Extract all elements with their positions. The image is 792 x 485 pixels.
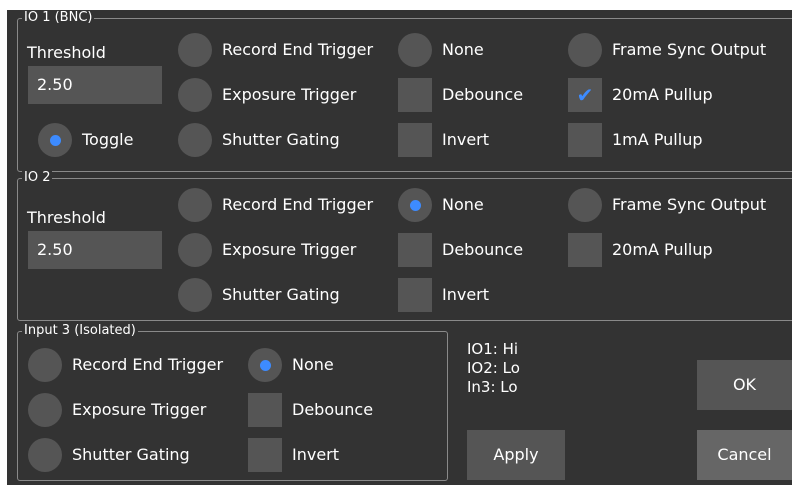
apply-button[interactable]: Apply <box>467 430 565 480</box>
input3-invert-label[interactable]: Invert <box>292 445 339 465</box>
input3-exposure-trigger-radio[interactable] <box>28 393 62 427</box>
io1-1ma-pullup-label[interactable]: 1mA Pullup <box>612 130 703 150</box>
selected-dot-icon <box>410 200 421 211</box>
input3-none-radio[interactable] <box>248 348 282 382</box>
io1-threshold-label: Threshold <box>27 43 106 62</box>
io1-status: IO1: Hi <box>467 340 519 358</box>
input3-shutter-gating-label[interactable]: Shutter Gating <box>72 445 190 465</box>
io2-20ma-pullup-label[interactable]: 20mA Pullup <box>612 240 713 260</box>
io1-toggle-radio[interactable] <box>38 123 72 157</box>
io1-shutter-gating-label[interactable]: Shutter Gating <box>222 130 340 150</box>
trigger-io-dialog: IO 1 (BNC) Threshold 2.50 Toggle Record … <box>7 10 792 485</box>
io2-exposure-trigger-radio[interactable] <box>178 233 212 267</box>
selected-dot-icon <box>50 135 61 146</box>
io1-threshold-input[interactable]: 2.50 <box>28 66 162 104</box>
input3-record-end-trigger-label[interactable]: Record End Trigger <box>72 355 223 375</box>
io2-record-end-trigger-label[interactable]: Record End Trigger <box>222 195 373 215</box>
input3-exposure-trigger-label[interactable]: Exposure Trigger <box>72 400 206 420</box>
input3-shutter-gating-radio[interactable] <box>28 438 62 472</box>
io2-debounce-checkbox[interactable] <box>398 233 432 267</box>
input3-debounce-checkbox[interactable] <box>248 393 282 427</box>
io2-threshold-input[interactable]: 2.50 <box>28 231 162 269</box>
io1-20ma-pullup-checkbox[interactable]: ✔ <box>568 78 602 112</box>
io2-frame-sync-output-label[interactable]: Frame Sync Output <box>612 195 766 215</box>
io1-shutter-gating-radio[interactable] <box>178 123 212 157</box>
io1-exposure-trigger-radio[interactable] <box>178 78 212 112</box>
io2-exposure-trigger-label[interactable]: Exposure Trigger <box>222 240 356 260</box>
io1-frame-sync-output-label[interactable]: Frame Sync Output <box>612 40 766 60</box>
io2-status: IO2: Lo <box>467 359 520 377</box>
io1-none-label[interactable]: None <box>442 40 484 60</box>
io1-20ma-pullup-label[interactable]: 20mA Pullup <box>612 85 713 105</box>
io2-invert-label[interactable]: Invert <box>442 285 489 305</box>
io1-group-title: IO 1 (BNC) <box>22 10 95 26</box>
io2-none-radio[interactable] <box>398 188 432 222</box>
io2-frame-sync-output-radio[interactable] <box>568 188 602 222</box>
io2-threshold-label: Threshold <box>27 208 106 227</box>
input3-invert-checkbox[interactable] <box>248 438 282 472</box>
io1-frame-sync-output-radio[interactable] <box>568 33 602 67</box>
io1-record-end-trigger-radio[interactable] <box>178 33 212 67</box>
io1-invert-checkbox[interactable] <box>398 123 432 157</box>
input3-debounce-label[interactable]: Debounce <box>292 400 373 420</box>
input3-record-end-trigger-radio[interactable] <box>28 348 62 382</box>
io1-toggle-label[interactable]: Toggle <box>82 130 133 150</box>
input3-group-title: Input 3 (Isolated) <box>22 323 138 339</box>
selected-dot-icon <box>260 360 271 371</box>
in3-status: In3: Lo <box>467 378 518 396</box>
io1-debounce-label[interactable]: Debounce <box>442 85 523 105</box>
checkmark-icon: ✔ <box>576 83 594 107</box>
io2-shutter-gating-radio[interactable] <box>178 278 212 312</box>
io2-shutter-gating-label[interactable]: Shutter Gating <box>222 285 340 305</box>
input3-none-label[interactable]: None <box>292 355 334 375</box>
cancel-button[interactable]: Cancel <box>697 430 792 480</box>
io2-invert-checkbox[interactable] <box>398 278 432 312</box>
io2-group-title: IO 2 <box>22 170 53 186</box>
io2-20ma-pullup-checkbox[interactable] <box>568 233 602 267</box>
ok-button[interactable]: OK <box>697 360 792 410</box>
io2-debounce-label[interactable]: Debounce <box>442 240 523 260</box>
io1-debounce-checkbox[interactable] <box>398 78 432 112</box>
io1-1ma-pullup-checkbox[interactable] <box>568 123 602 157</box>
io1-record-end-trigger-label[interactable]: Record End Trigger <box>222 40 373 60</box>
io1-none-radio[interactable] <box>398 33 432 67</box>
io2-record-end-trigger-radio[interactable] <box>178 188 212 222</box>
io1-exposure-trigger-label[interactable]: Exposure Trigger <box>222 85 356 105</box>
io2-none-label[interactable]: None <box>442 195 484 215</box>
io1-invert-label[interactable]: Invert <box>442 130 489 150</box>
